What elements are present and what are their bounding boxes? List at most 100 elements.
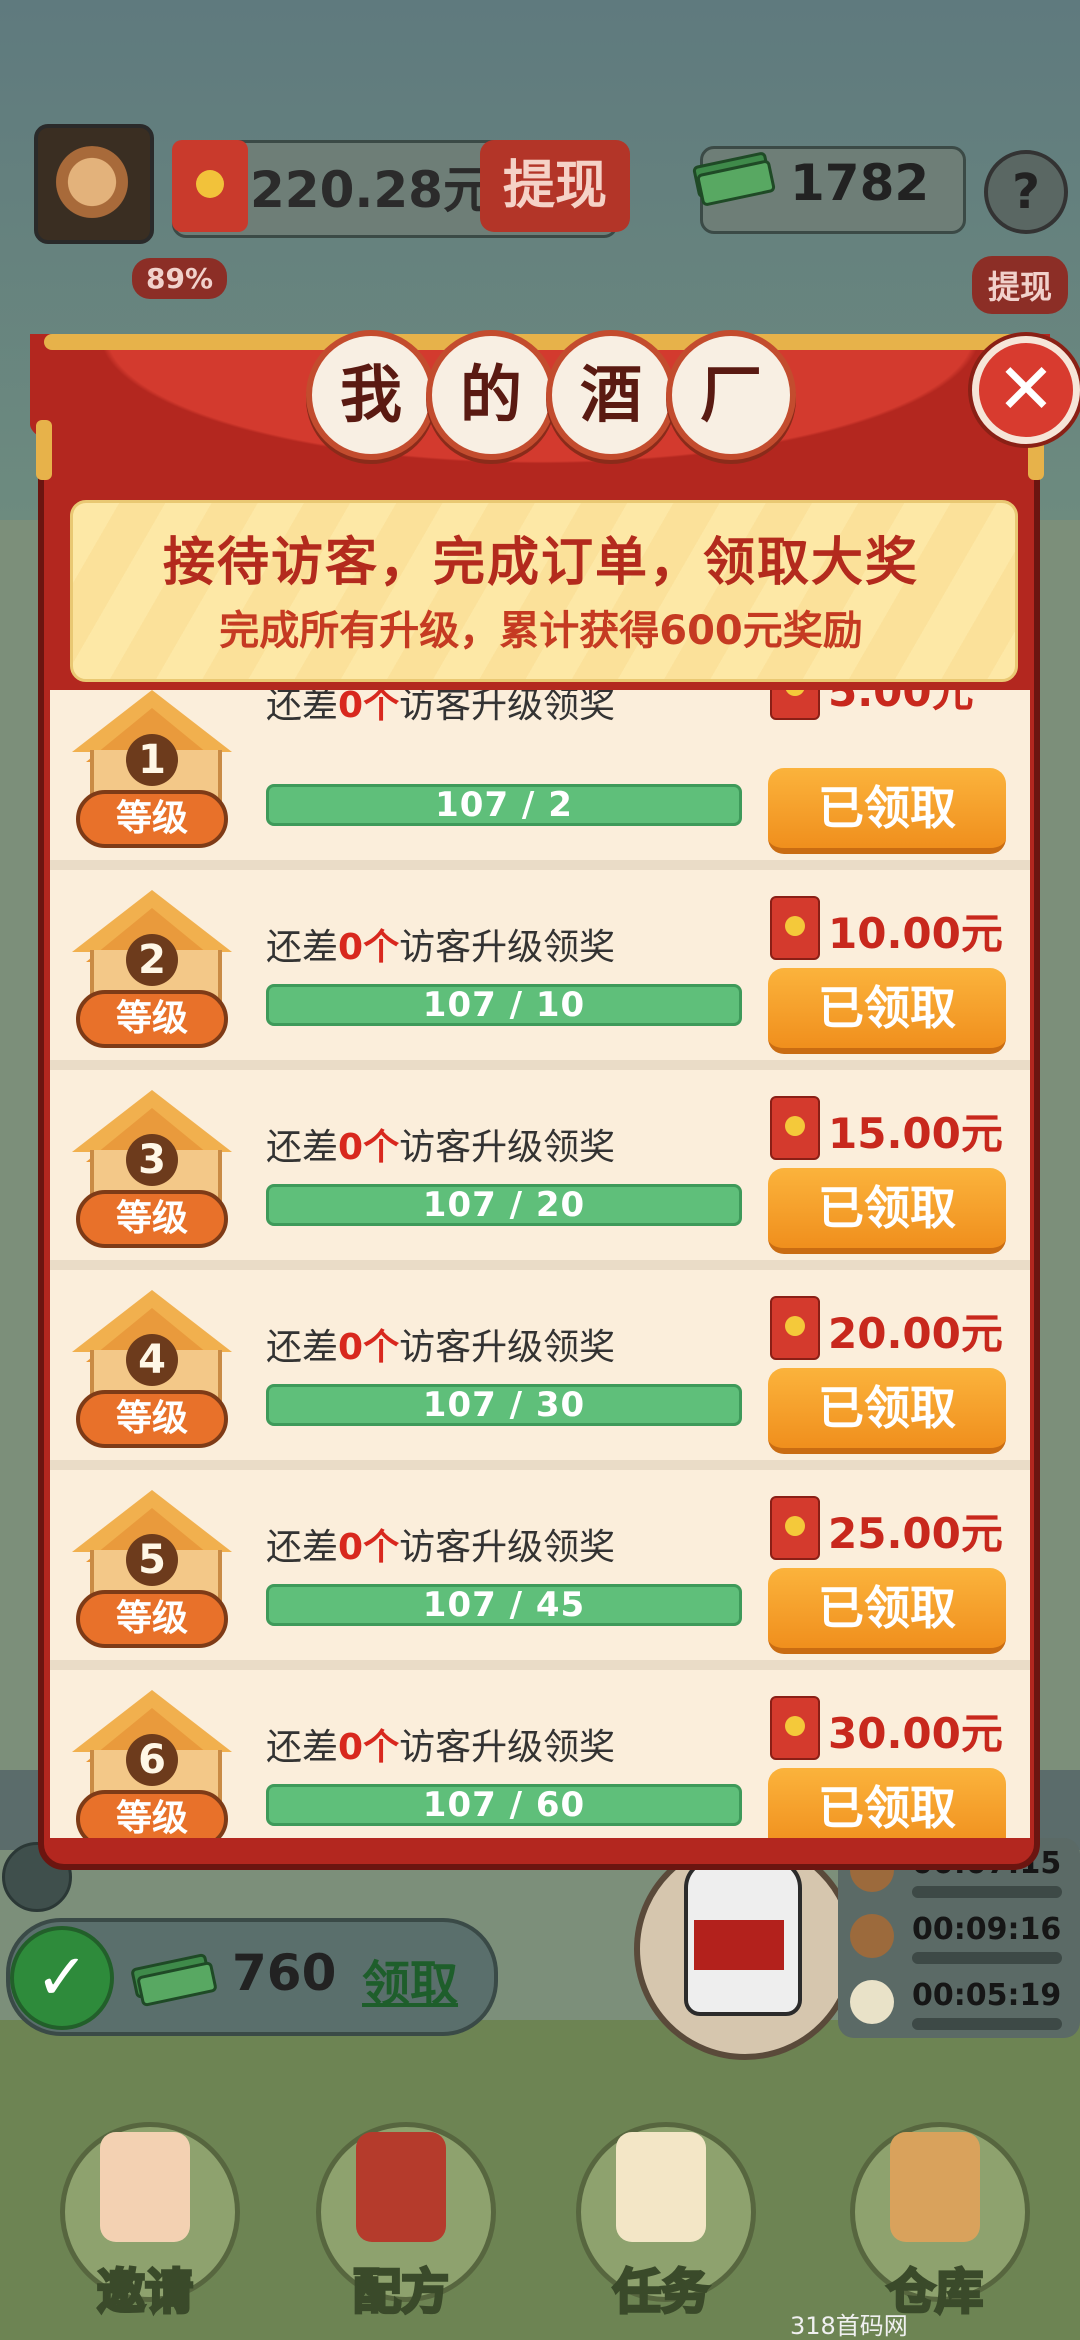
- bottle-icon: [850, 1980, 894, 2024]
- reward-list[interactable]: 1 等级 还差0个访客升级领奖 107 / 2 5.00元 已领取 2 等级 还…: [50, 690, 1030, 1838]
- level-number: 3: [126, 1134, 178, 1186]
- title-char: 的: [426, 330, 556, 460]
- reward-amount: 10.00元: [828, 909, 1003, 958]
- nav-invite[interactable]: 邀请: [60, 2112, 240, 2332]
- red-packet-icon: [770, 896, 820, 960]
- close-button[interactable]: ✕: [972, 336, 1080, 444]
- tassel-icon: [36, 420, 52, 480]
- list-item: 2 等级 还差0个访客升级领奖 107 / 10 10.00元 已领取: [50, 870, 1030, 1070]
- claimed-button[interactable]: 已领取: [768, 1768, 1006, 1838]
- money-stack-icon: [692, 152, 776, 206]
- nav-label: 任务: [611, 2263, 710, 2322]
- need-text: 还差0个访客升级领奖: [266, 1727, 616, 1768]
- collect-amount: 760: [232, 1944, 337, 2002]
- progress-bar: 107 / 20: [266, 1184, 742, 1226]
- nav-tasks[interactable]: 任务: [576, 2112, 756, 2332]
- timer-text: 00:09:16: [912, 1912, 1062, 1947]
- list-item: 3 等级 还差0个访客升级领奖 107 / 20 15.00元 已领取: [50, 1070, 1030, 1270]
- red-packet-icon: [770, 1296, 820, 1360]
- progress-bar: 107 / 2: [266, 784, 742, 826]
- red-packet-icon: [172, 140, 248, 232]
- timer-bar: [912, 1952, 1062, 1964]
- reward-amount: 15.00元: [828, 1109, 1003, 1158]
- claimed-button[interactable]: 已领取: [768, 1568, 1006, 1654]
- nav-label: 邀请: [95, 2263, 194, 2322]
- watermark: 318首码网 www.e318.com: [790, 2312, 908, 2340]
- task-clipboard-icon: [616, 2132, 706, 2242]
- check-icon[interactable]: ✓: [10, 1926, 114, 2030]
- reward-amount: 20.00元: [828, 1309, 1003, 1358]
- list-item: 1 等级 还差0个访客升级领奖 107 / 2 5.00元 已领取: [50, 690, 1030, 870]
- timer-row: 00:05:19: [850, 1974, 1070, 2030]
- red-packet-icon: [770, 1496, 820, 1560]
- red-packet-icon: [770, 1696, 820, 1760]
- progress-bar: 107 / 60: [266, 1784, 742, 1826]
- claimed-button[interactable]: 已领取: [768, 968, 1006, 1054]
- level-house-icon: 1 等级: [72, 690, 232, 860]
- bottle-label-icon: [694, 1920, 784, 1970]
- nav-recipe[interactable]: 配方: [316, 2112, 496, 2332]
- nav-warehouse[interactable]: 仓库: [850, 2112, 1030, 2332]
- level-house-icon: 6 等级: [72, 1690, 232, 1838]
- need-text: 还差0个访客升级领奖: [266, 690, 616, 726]
- recipe-book-icon: [356, 2132, 446, 2242]
- level-house-icon: 5 等级: [72, 1490, 232, 1660]
- cash-stack-icon: [131, 1953, 217, 2007]
- timer-bar: [912, 2018, 1062, 2030]
- list-item: 5 等级 还差0个访客升级领奖 107 / 45 25.00元 已领取: [50, 1470, 1030, 1670]
- level-label: 等级: [76, 1190, 228, 1248]
- progress-bar: 107 / 30: [266, 1384, 742, 1426]
- level-label: 等级: [76, 1390, 228, 1448]
- level-number: 4: [126, 1334, 178, 1386]
- level-house-icon: 4 等级: [72, 1290, 232, 1460]
- collect-button[interactable]: 领取: [362, 1944, 458, 2014]
- level-number: 5: [126, 1534, 178, 1586]
- claimed-button[interactable]: 已领取: [768, 1168, 1006, 1254]
- level-number: 6: [126, 1734, 178, 1786]
- level-label: 等级: [76, 790, 228, 848]
- level-number: 1: [126, 734, 178, 786]
- reward-amount: 25.00元: [828, 1509, 1003, 1558]
- curtain-fringe: [44, 334, 1036, 350]
- coin-balance: 1782: [790, 154, 930, 212]
- title-char: 酒: [546, 330, 676, 460]
- claimed-button[interactable]: 已领取: [768, 768, 1006, 854]
- title-char: 我: [306, 330, 436, 460]
- slogan-main: 接待访客，完成订单，领取大奖: [162, 533, 919, 593]
- help-button[interactable]: ?: [984, 150, 1068, 234]
- jar-icon: [850, 1914, 894, 1958]
- side-withdraw-button[interactable]: 提现: [972, 256, 1069, 314]
- need-text: 还差0个访客升级领奖: [266, 1327, 616, 1368]
- dog-avatar-image: [52, 146, 132, 226]
- timer-bar: [912, 1886, 1062, 1898]
- timer-row: 00:09:16: [850, 1908, 1070, 1964]
- nav-label: 配方: [351, 2263, 450, 2322]
- invite-icon: [100, 2132, 190, 2242]
- level-house-icon: 3 等级: [72, 1090, 232, 1260]
- need-text: 还差0个访客升级领奖: [266, 927, 616, 968]
- level-label: 等级: [76, 1590, 228, 1648]
- claimed-button[interactable]: 已领取: [768, 1368, 1006, 1454]
- red-packet-icon: [770, 1096, 820, 1160]
- need-text: 还差0个访客升级领奖: [266, 1127, 616, 1168]
- list-item: 4 等级 还差0个访客升级领奖 107 / 30 20.00元 已领取: [50, 1270, 1030, 1470]
- player-avatar[interactable]: [34, 124, 154, 244]
- slogan-sub: 完成所有升级，累计获得600元奖励: [219, 608, 863, 654]
- level-number: 2: [126, 934, 178, 986]
- level-label: 等级: [76, 990, 228, 1048]
- reward-amount: 30.00元: [828, 1709, 1003, 1758]
- reward-amount: 5.00元: [828, 690, 974, 716]
- progress-bar: 107 / 45: [266, 1584, 742, 1626]
- progress-bar: 107 / 10: [266, 984, 742, 1026]
- level-label: 等级: [76, 1790, 228, 1838]
- list-item: 6 等级 还差0个访客升级领奖 107 / 60 30.00元 已领取: [50, 1670, 1030, 1838]
- red-packet-icon: [770, 690, 820, 720]
- progress-badge: 89%: [132, 258, 228, 299]
- timer-text: 00:05:19: [912, 1978, 1062, 2013]
- level-house-icon: 2 等级: [72, 890, 232, 1060]
- withdraw-button[interactable]: 提现: [480, 140, 630, 232]
- warehouse-box-icon: [890, 2132, 980, 2242]
- need-text: 还差0个访客升级领奖: [266, 1527, 616, 1568]
- cash-balance: 220.28元: [250, 161, 493, 219]
- title-char: 厂: [666, 330, 796, 460]
